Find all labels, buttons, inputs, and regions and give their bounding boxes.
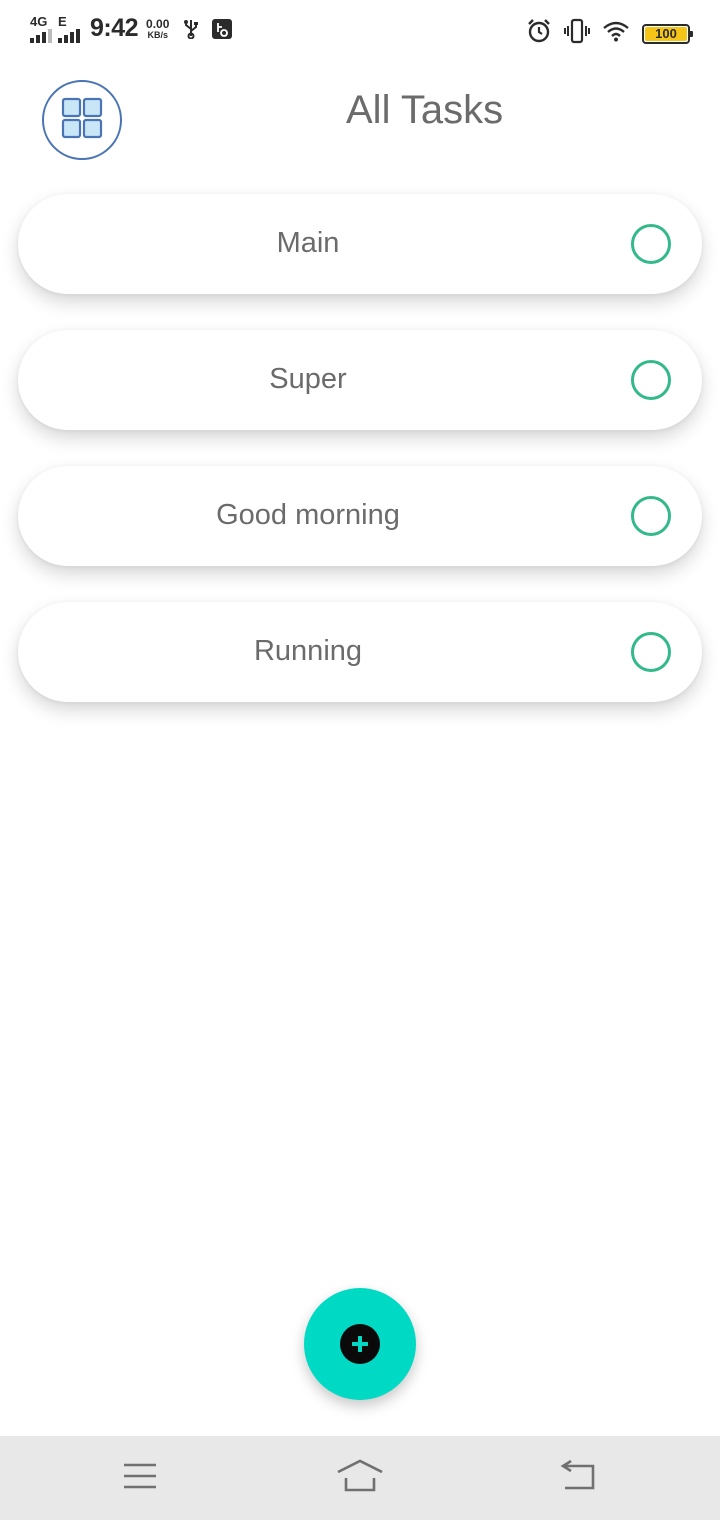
signal-e: E bbox=[58, 15, 80, 43]
signal-bars-icon bbox=[58, 28, 80, 43]
task-item-main[interactable]: Main bbox=[18, 194, 702, 294]
task-checkbox[interactable] bbox=[631, 496, 671, 536]
status-left: 4G E 9:42 0.00 KB/s bbox=[30, 14, 233, 43]
network-type-label: 4G bbox=[30, 13, 48, 29]
usb-icon bbox=[183, 19, 199, 39]
add-task-button[interactable] bbox=[304, 1288, 416, 1400]
task-name: Main bbox=[276, 227, 340, 259]
system-nav-bar bbox=[0, 1436, 720, 1520]
status-bar: 4G E 9:42 0.00 KB/s 100 bbox=[0, 0, 720, 64]
menu-icon bbox=[123, 1463, 157, 1494]
alarm-icon bbox=[526, 18, 552, 49]
task-checkbox[interactable] bbox=[631, 224, 671, 264]
task-name: Good morning bbox=[216, 499, 400, 531]
task-item-super[interactable]: Super bbox=[18, 330, 702, 430]
speed-value: 0.00 bbox=[146, 16, 170, 31]
app-header: All Tasks bbox=[0, 70, 720, 170]
nav-back-button[interactable] bbox=[548, 1456, 608, 1500]
vibrate-icon bbox=[564, 18, 590, 49]
usb-debug-icon bbox=[211, 18, 233, 40]
screen: 4G E 9:42 0.00 KB/s 100 All Tasks Main S… bbox=[0, 0, 720, 1520]
task-name: Super bbox=[269, 363, 347, 395]
speed-unit: KB/s bbox=[147, 29, 168, 40]
signal-4g: 4G bbox=[30, 15, 52, 43]
nav-home-button[interactable] bbox=[330, 1456, 390, 1500]
status-right: 100 bbox=[526, 18, 693, 49]
add-icon bbox=[340, 1324, 380, 1364]
signal-bars-icon bbox=[30, 28, 52, 43]
home-icon bbox=[336, 1458, 384, 1499]
back-icon bbox=[559, 1459, 597, 1497]
grid-menu-button[interactable] bbox=[42, 80, 122, 160]
network-speed: 0.00 KB/s bbox=[146, 18, 169, 40]
task-checkbox[interactable] bbox=[631, 360, 671, 400]
wifi-icon bbox=[602, 20, 630, 47]
page-title: All Tasks bbox=[346, 88, 504, 132]
battery-level: 100 bbox=[655, 26, 677, 41]
task-name: Running bbox=[253, 635, 363, 667]
battery-icon: 100 bbox=[642, 23, 693, 44]
nav-menu-button[interactable] bbox=[110, 1456, 170, 1500]
task-item-good-morning[interactable]: Good morning bbox=[18, 466, 702, 566]
grid-icon bbox=[61, 97, 103, 144]
task-item-running[interactable]: Running bbox=[18, 602, 702, 702]
network-type-label: E bbox=[58, 13, 67, 29]
status-time: 9:42 bbox=[90, 14, 139, 42]
task-checkbox[interactable] bbox=[631, 632, 671, 672]
task-list: Main Super Good morning Running bbox=[18, 194, 702, 738]
